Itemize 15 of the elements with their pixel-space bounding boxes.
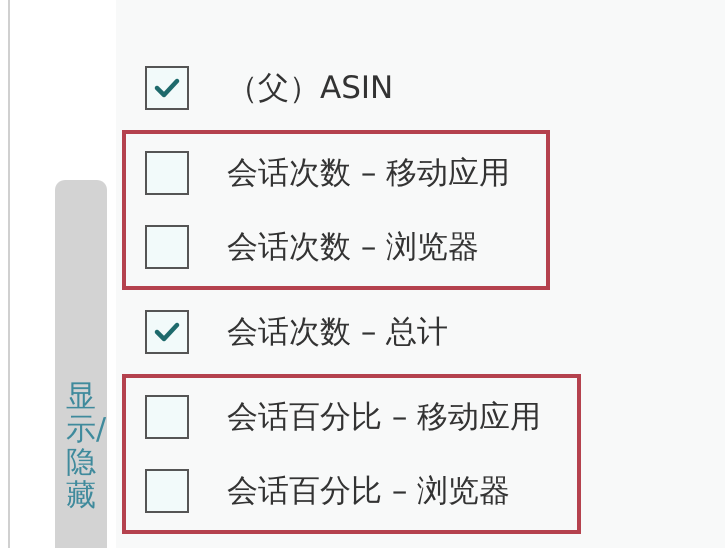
checkbox[interactable] (145, 395, 189, 439)
check-icon (154, 77, 180, 99)
checkbox-label: 会话百分比 – 浏览器 (227, 472, 510, 511)
checkbox[interactable] (145, 225, 189, 269)
checkbox[interactable] (145, 310, 189, 354)
show-hide-tab[interactable]: 显示/隐藏 (55, 180, 107, 548)
checkbox[interactable] (145, 469, 189, 513)
checkbox-label: 会话次数 – 移动应用 (227, 154, 510, 193)
checkbox-label: 会话次数 – 总计 (227, 312, 448, 352)
checkbox[interactable] (145, 66, 189, 110)
check-icon (154, 321, 180, 343)
checkbox-label: 会话百分比 – 移动应用 (227, 398, 542, 437)
checkbox-label: （父）ASIN (227, 68, 394, 108)
checkbox[interactable] (145, 151, 189, 195)
checkbox-label: 会话次数 – 浏览器 (227, 228, 480, 267)
